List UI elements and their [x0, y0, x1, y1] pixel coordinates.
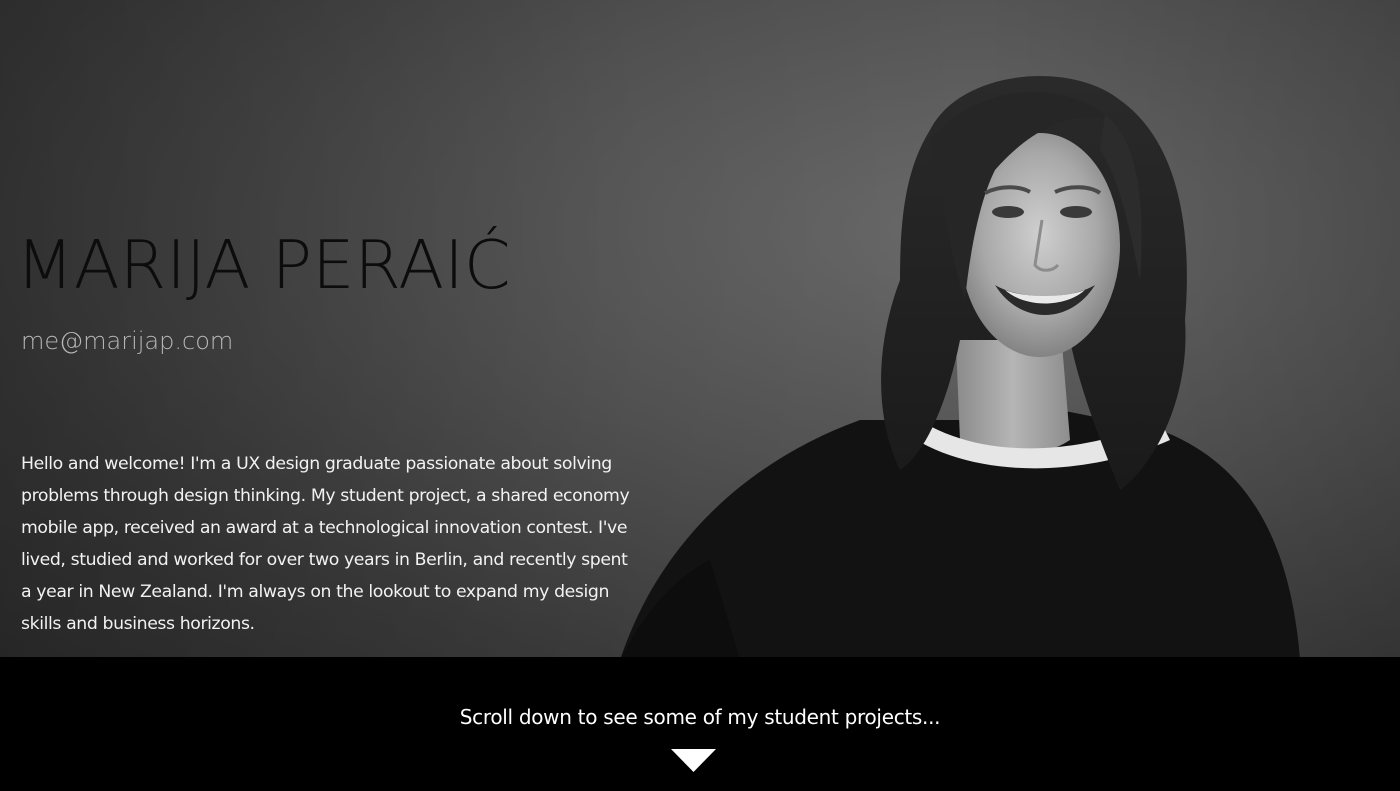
intro-paragraph: Hello and welcome! I'm a UX design gradu…	[21, 454, 630, 634]
portrait-photo	[621, 76, 1300, 657]
page-title: MARIJA PERAIĆ	[16, 226, 511, 304]
hero-section: MARIJA PERAIĆ me@marijap.com Hello and w…	[0, 0, 1400, 657]
email-link[interactable]: me@marijap.com	[21, 327, 233, 355]
chevron-down-icon[interactable]	[671, 749, 716, 772]
scroll-prompt-text: Scroll down to see some of my student pr…	[459, 705, 941, 729]
page: MARIJA PERAIĆ me@marijap.com Hello and w…	[0, 0, 1400, 791]
